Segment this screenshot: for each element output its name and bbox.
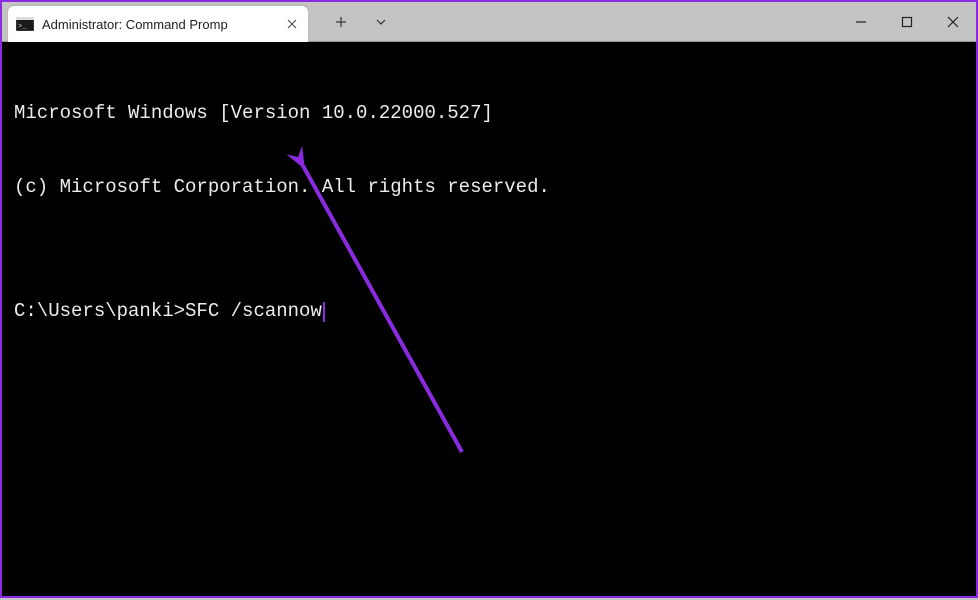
window-controls [838, 2, 976, 41]
terminal-text: C:\Users\panki>SFC /scannow [14, 300, 322, 322]
tab-dropdown-button[interactable] [364, 5, 398, 39]
titlebar: >_ Administrator: Command Promp [2, 2, 976, 42]
text-cursor [323, 302, 325, 322]
terminal-prompt-line: C:\Users\panki>SFC /scannow [14, 299, 964, 324]
close-button[interactable] [930, 2, 976, 42]
terminal-tab[interactable]: >_ Administrator: Command Promp [8, 6, 308, 42]
tab-actions [308, 2, 398, 41]
cmd-icon: >_ [16, 16, 34, 32]
tab-title: Administrator: Command Promp [42, 17, 274, 32]
terminal-line: Microsoft Windows [Version 10.0.22000.52… [14, 101, 964, 126]
minimize-button[interactable] [838, 2, 884, 42]
tab-close-button[interactable] [282, 14, 302, 34]
terminal-line: (c) Microsoft Corporation. All rights re… [14, 175, 964, 200]
svg-text:>_: >_ [18, 23, 27, 31]
maximize-button[interactable] [884, 2, 930, 42]
terminal-area[interactable]: Microsoft Windows [Version 10.0.22000.52… [2, 42, 976, 596]
new-tab-button[interactable] [324, 5, 358, 39]
titlebar-drag-area[interactable] [398, 2, 838, 41]
